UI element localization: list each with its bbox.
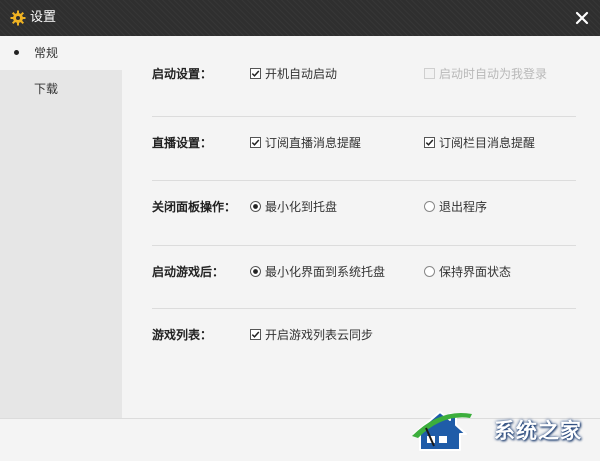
live-reminder-label: 订阅直播消息提醒 (265, 136, 362, 150)
divider (152, 116, 576, 117)
active-bullet-icon (14, 50, 19, 55)
radio-unselected-icon (424, 201, 435, 212)
live-settings-label: 直播设置： (152, 136, 213, 150)
close-panel-label: 关闭面板操作： (152, 200, 237, 214)
window-title: 设置 (30, 10, 57, 25)
gear-icon (10, 10, 26, 26)
radio-selected-icon (250, 201, 261, 212)
settings-panel: 启动设置： 开机自动启动 启动时自动为我登录 直播设置： 订阅直播消息提醒 订阅… (122, 36, 600, 418)
startup-settings-label: 启动设置： (152, 67, 213, 81)
watermark-text: 系统之家 (494, 419, 582, 443)
minimize-to-tray-label: 最小化到托盘 (265, 200, 338, 214)
column-reminder-label: 订阅栏目消息提醒 (439, 136, 536, 150)
after-game-label: 启动游戏后： (152, 265, 225, 279)
divider (152, 245, 576, 246)
minimize-ui-label: 最小化界面到系统托盘 (265, 265, 386, 279)
checkbox-checked-icon (424, 137, 435, 148)
radio-selected-icon (250, 266, 261, 277)
house-logo-icon (412, 411, 472, 451)
title-bar: 设置 (0, 0, 600, 36)
keep-ui-label: 保持界面状态 (439, 265, 512, 279)
divider (152, 180, 576, 181)
sidebar-item-download[interactable]: 下载 (0, 72, 122, 106)
auto-login-label: 启动时自动为我登录 (439, 67, 548, 81)
sidebar-item-label: 下载 (34, 82, 59, 96)
cloud-sync-label: 开启游戏列表云同步 (265, 328, 374, 342)
radio-unselected-icon (424, 266, 435, 277)
watermark: 系统之家 (400, 400, 600, 460)
sidebar-item-label: 常规 (34, 46, 59, 60)
close-icon[interactable] (572, 8, 592, 28)
sidebar: 常规 下载 (0, 36, 122, 418)
game-list-label: 游戏列表： (152, 328, 213, 342)
checkbox-checked-icon (250, 329, 261, 340)
divider (152, 308, 576, 309)
sidebar-item-general[interactable]: 常规 (0, 36, 122, 70)
checkbox-checked-icon (250, 137, 261, 148)
exit-program-label: 退出程序 (439, 200, 488, 214)
checkbox-unchecked-icon (424, 68, 435, 79)
checkbox-checked-icon (250, 68, 261, 79)
auto-start-label: 开机自动启动 (265, 67, 338, 81)
